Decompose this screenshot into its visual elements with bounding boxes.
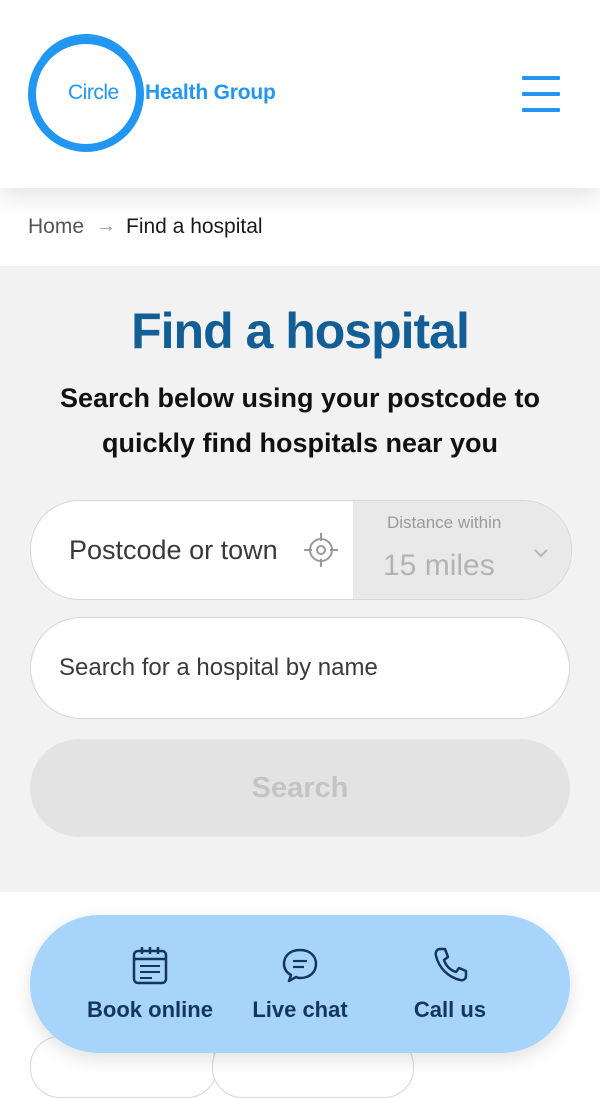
distance-select[interactable]: Distance within 15 miles xyxy=(353,501,571,599)
site-header: Circle Health Group xyxy=(0,0,600,188)
search-button[interactable]: Search xyxy=(30,739,570,837)
breadcrumb: Home → Find a hospital xyxy=(0,188,600,266)
chat-bubble-icon xyxy=(282,948,318,983)
breadcrumb-arrow-icon: → xyxy=(96,215,116,237)
circle-health-group-logo[interactable]: Circle Health Group xyxy=(21,25,288,155)
crosshair-location-icon[interactable] xyxy=(303,532,339,568)
live-chat-button[interactable]: Live chat xyxy=(225,915,375,1053)
book-online-button[interactable]: Book online xyxy=(75,915,225,1053)
hamburger-menu-icon[interactable] xyxy=(518,72,562,116)
book-online-label: Book online xyxy=(87,997,213,1022)
phone-icon xyxy=(434,947,468,982)
logo-word-health-group: Health Group xyxy=(145,81,276,104)
logo-word-circle: Circle xyxy=(68,81,119,104)
page-title: Find a hospital xyxy=(131,303,470,359)
live-chat-label: Live chat xyxy=(252,997,348,1022)
call-us-label: Call us xyxy=(413,997,487,1022)
breadcrumb-current: Find a hospital xyxy=(126,215,263,238)
quick-actions-bar: Book online Live chat Call us xyxy=(30,915,570,1053)
calendar-icon xyxy=(132,947,168,985)
call-us-button[interactable]: Call us xyxy=(375,915,525,1053)
chevron-down-icon xyxy=(534,549,548,558)
page-subtitle: Search below using your postcode to quic… xyxy=(59,383,541,458)
postcode-distance-row: Distance within 15 miles xyxy=(30,500,572,600)
distance-value: 15 miles xyxy=(383,549,495,582)
hospital-search-panel: Find a hospital Search below using your … xyxy=(0,266,600,892)
breadcrumb-home-link[interactable]: Home xyxy=(28,215,84,239)
distance-label: Distance within xyxy=(387,513,502,532)
hospital-name-search-input[interactable] xyxy=(30,617,570,719)
